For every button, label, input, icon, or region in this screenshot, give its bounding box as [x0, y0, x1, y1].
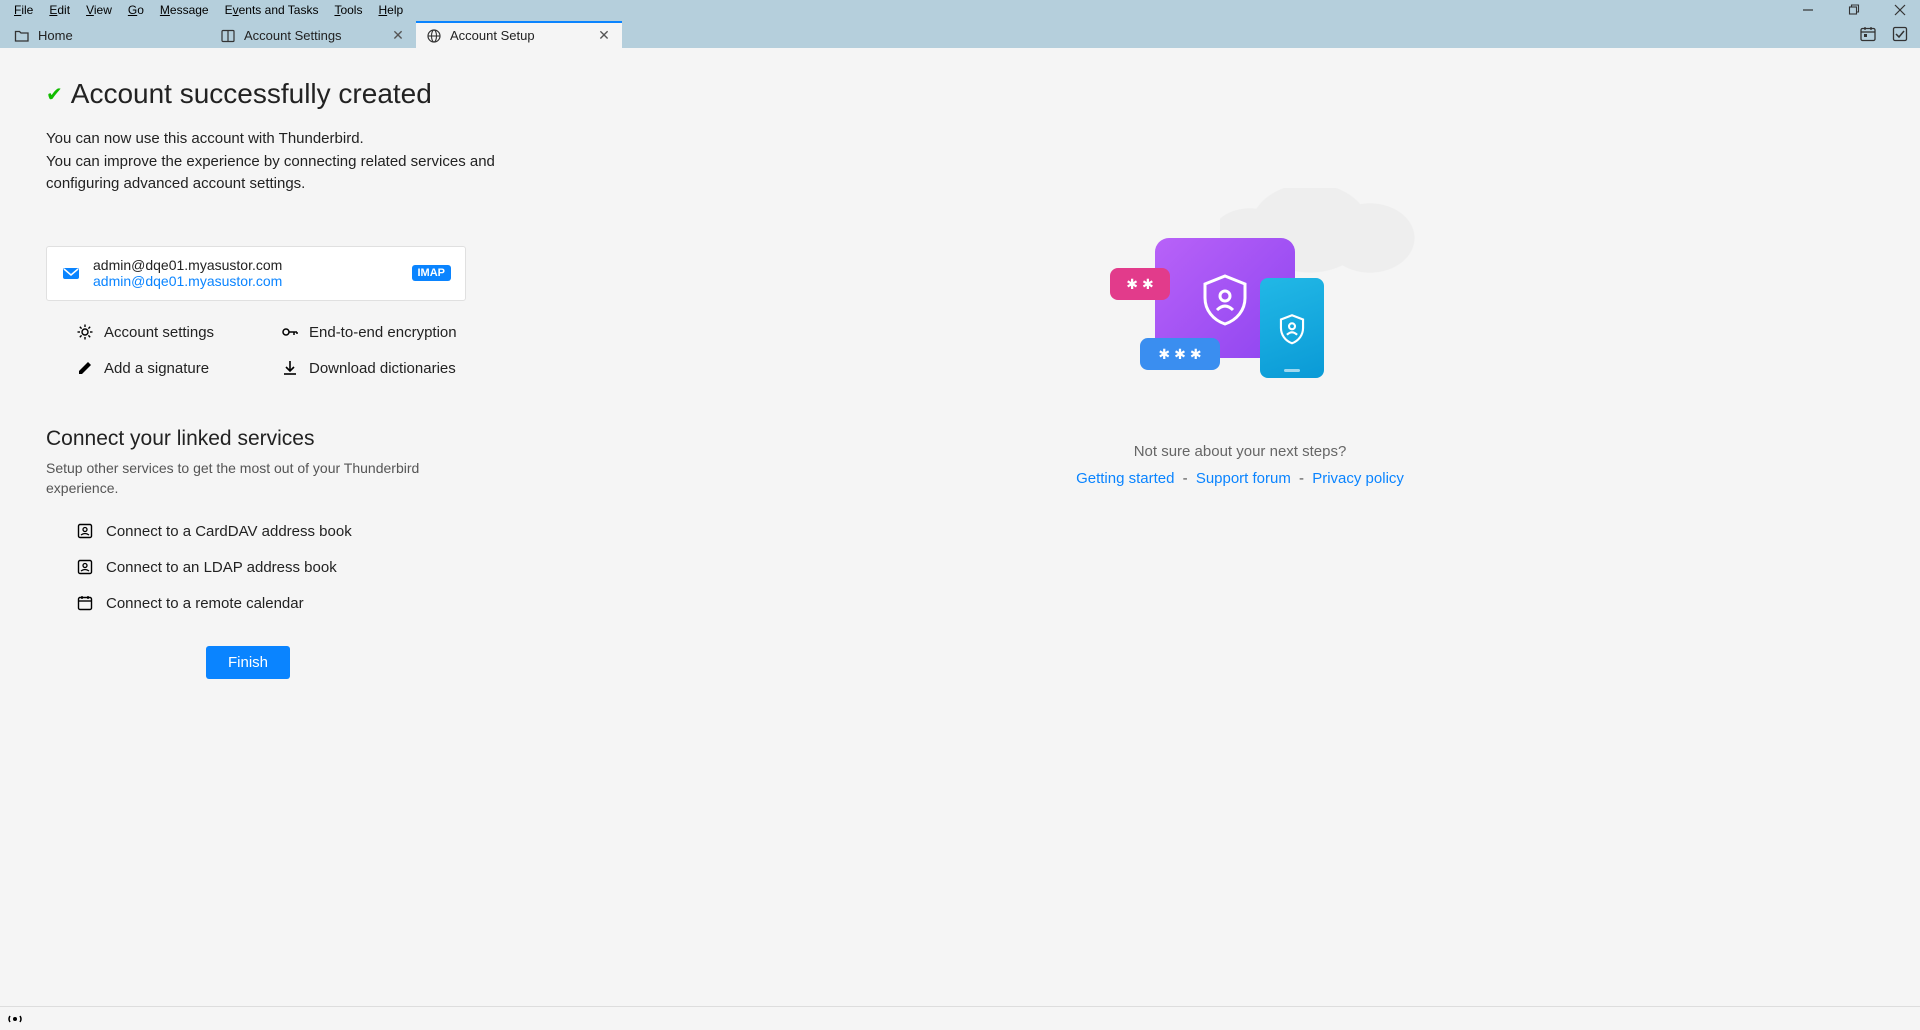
tasks-toolbar-button[interactable] [1890, 24, 1910, 44]
addressbook-icon [76, 522, 94, 540]
addressbook-icon [76, 558, 94, 576]
statusbar [0, 1006, 1920, 1030]
add-signature-link[interactable]: Add a signature [76, 359, 261, 377]
e2e-encryption-link[interactable]: End-to-end encryption [281, 323, 466, 341]
help-links: Getting started - Support forum - Privac… [606, 470, 1874, 487]
menu-file[interactable]: File [6, 1, 41, 19]
tab-account-settings[interactable]: Account Settings ✕ [210, 21, 416, 48]
account-card: admin@dqe01.myasustor.com admin@dqe01.my… [46, 246, 466, 302]
window-controls [1794, 0, 1914, 19]
next-steps-hint: Not sure about your next steps? [606, 443, 1874, 460]
mail-icon [61, 263, 81, 283]
account-settings-link[interactable]: Account settings [76, 323, 261, 341]
menu-edit[interactable]: Edit [41, 1, 78, 19]
tab-home[interactable]: Home [4, 21, 210, 48]
support-forum-link[interactable]: Support forum [1196, 470, 1291, 487]
menu-tools[interactable]: Tools [326, 1, 370, 19]
gear-icon [76, 323, 94, 341]
menu-events-tasks[interactable]: Events and Tasks [217, 1, 327, 19]
getting-started-link[interactable]: Getting started [1076, 470, 1174, 487]
tab-label: Account Settings [244, 28, 382, 43]
connect-carddav-link[interactable]: Connect to a CardDAV address book [76, 522, 526, 540]
menu-go[interactable]: Go [120, 1, 152, 19]
connect-ldap-link[interactable]: Connect to an LDAP address book [76, 558, 526, 576]
intro-text: You can now use this account with Thunde… [46, 128, 526, 196]
download-dictionaries-link[interactable]: Download dictionaries [281, 359, 466, 377]
linked-services-subtitle: Setup other services to get the most out… [46, 459, 426, 498]
account-email[interactable]: admin@dqe01.myasustor.com [93, 273, 400, 290]
account-name: admin@dqe01.myasustor.com [93, 257, 400, 274]
window-close-button[interactable] [1886, 0, 1914, 19]
illustration: ✱✱ ✱✱✱ [1090, 208, 1390, 408]
calendar-icon [76, 594, 94, 612]
connect-calendar-link[interactable]: Connect to a remote calendar [76, 594, 526, 612]
protocol-badge: IMAP [412, 265, 452, 281]
privacy-policy-link[interactable]: Privacy policy [1312, 470, 1404, 487]
page-title: Account successfully created [71, 78, 432, 110]
globe-icon [426, 28, 442, 44]
tab-close-button[interactable]: ✕ [390, 28, 406, 44]
activity-icon[interactable] [6, 1010, 24, 1028]
menu-help[interactable]: Help [370, 1, 411, 19]
key-icon [281, 323, 299, 341]
window-minimize-button[interactable] [1794, 0, 1822, 19]
tabbar: Home Account Settings ✕ Account Setup ✕ [0, 19, 1920, 48]
linked-services-title: Connect your linked services [46, 427, 526, 451]
check-icon: ✔ [46, 82, 63, 107]
calendar-toolbar-button[interactable] [1858, 24, 1878, 44]
tab-label: Home [38, 28, 200, 43]
tab-label: Account Setup [450, 28, 588, 43]
window-maximize-button[interactable] [1840, 0, 1868, 19]
finish-button[interactable]: Finish [206, 646, 290, 679]
tab-account-setup[interactable]: Account Setup ✕ [416, 21, 622, 48]
menubar: File Edit View Go Message Events and Tas… [0, 0, 1920, 19]
content-area: ✔ Account successfully created You can n… [0, 48, 1920, 1006]
tab-close-button[interactable]: ✕ [596, 28, 612, 44]
folder-icon [14, 28, 30, 44]
book-icon [220, 28, 236, 44]
pencil-icon [76, 359, 94, 377]
menu-view[interactable]: View [78, 1, 120, 19]
menu-message[interactable]: Message [152, 1, 217, 19]
download-icon [281, 359, 299, 377]
